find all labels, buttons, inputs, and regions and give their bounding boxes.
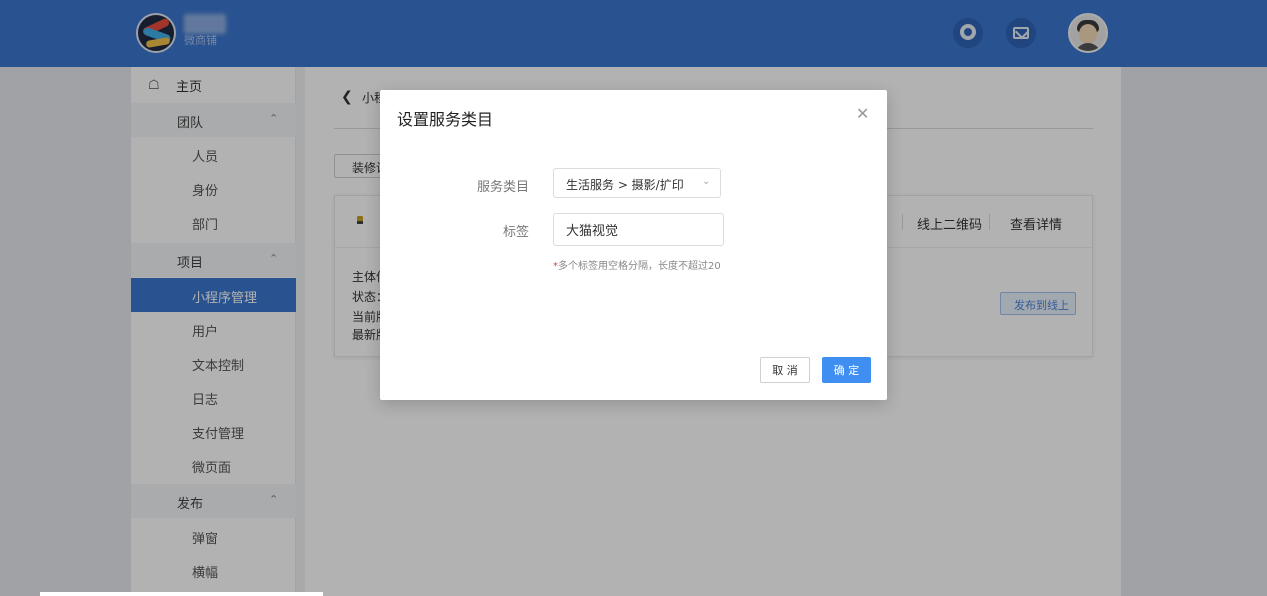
service-category-dialog: 设置服务类目 ✕ 服务类目 生活服务 > 摄影/扩印 ⌄ 标签 *多个标签用空格… xyxy=(380,90,887,400)
close-icon[interactable]: ✕ xyxy=(856,104,869,123)
tag-input[interactable] xyxy=(553,213,724,246)
tag-label: 标签 xyxy=(502,225,529,240)
tag-hint: *多个标签用空格分隔，长度不超过20 xyxy=(553,261,721,272)
category-label: 服务类目 xyxy=(476,180,529,195)
category-select[interactable]: 生活服务 > 摄影/扩印 ⌄ xyxy=(553,168,721,198)
confirm-button[interactable]: 确 定 xyxy=(822,357,871,383)
dialog-title: 设置服务类目 xyxy=(397,110,494,129)
chevron-down-icon: ⌄ xyxy=(702,176,711,187)
cancel-button[interactable]: 取 消 xyxy=(760,357,810,383)
bottom-strip xyxy=(40,592,323,596)
